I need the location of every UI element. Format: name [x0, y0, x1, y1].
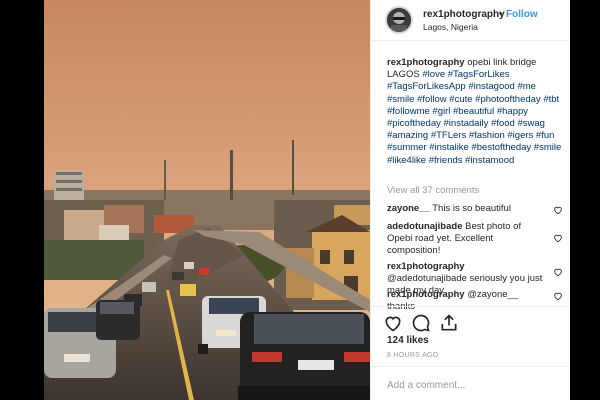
heart-icon[interactable]	[553, 291, 563, 301]
like-heart-icon[interactable]	[383, 313, 403, 333]
comment-text: This is so beautiful	[432, 203, 511, 214]
comment-username[interactable]: rex1photography	[387, 261, 465, 272]
action-bar	[371, 306, 570, 337]
caption-username[interactable]: rex1photography	[387, 57, 465, 68]
location-link[interactable]: Lagos, Nigeria	[423, 22, 478, 32]
post-side-panel: rex1photography • Follow Lagos, Nigeria …	[370, 0, 570, 400]
heart-icon[interactable]	[553, 233, 563, 243]
likes-count[interactable]: 124 likes	[387, 335, 429, 346]
bridge-photo-image	[44, 0, 370, 400]
comment-icon[interactable]	[411, 313, 431, 333]
post-caption: rex1photography opebi link bridge LAGOS …	[387, 57, 565, 167]
add-comment-input[interactable]: Add a comment...	[387, 380, 465, 391]
caption-hashtags[interactable]: #love #TagsForLikes #TagsForLikesApp #in…	[387, 69, 561, 165]
add-comment-bar: Add a comment...	[371, 366, 570, 400]
follow-button[interactable]: Follow	[506, 9, 538, 20]
post-timestamp: 8 HOURS AGO	[387, 352, 439, 359]
comment-username[interactable]: zayone__	[387, 203, 430, 214]
heart-icon[interactable]	[553, 205, 563, 215]
heart-icon[interactable]	[553, 267, 563, 277]
post-header: rex1photography • Follow Lagos, Nigeria	[371, 0, 570, 41]
post-modal: rex1photography • Follow Lagos, Nigeria …	[44, 0, 570, 400]
comment-item: adedotunajibade Best photo of Opebi road…	[387, 221, 547, 258]
comment-item: zayone__ This is so beautiful	[387, 203, 547, 215]
header-username[interactable]: rex1photography	[423, 9, 505, 20]
share-icon[interactable]	[439, 313, 459, 333]
avatar[interactable]	[385, 6, 413, 34]
comment-username[interactable]: rex1photography	[387, 289, 465, 300]
avatar-image	[387, 8, 411, 32]
comment-username[interactable]: adedotunajibade	[387, 221, 462, 232]
post-photo[interactable]	[44, 0, 370, 400]
header-separator: •	[499, 9, 503, 20]
view-all-comments-link[interactable]: View all 37 comments	[387, 185, 479, 196]
